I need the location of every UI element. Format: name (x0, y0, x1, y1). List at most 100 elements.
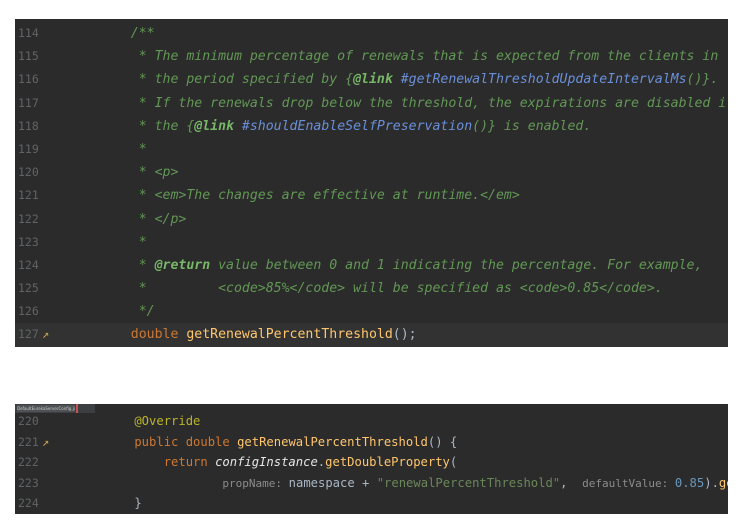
code-line[interactable]: 222 return configInstance.getDoublePrope… (15, 452, 728, 473)
code-token: propName: (222, 476, 289, 490)
code-token: configInstance (215, 455, 318, 470)
code-text: */ (99, 300, 155, 323)
code-line[interactable]: 220 @Override (15, 411, 728, 432)
code-line[interactable]: 124 * @return value between 0 and 1 indi… (15, 254, 728, 277)
code-line[interactable]: 114 /** (15, 22, 728, 45)
line-number: 114 (18, 26, 39, 40)
code-token: "renewalPercentThreshold" (376, 475, 561, 490)
line-gutter[interactable]: 119 (15, 138, 83, 161)
code-line[interactable]: 223 propName: namespace + "renewalPercen… (15, 473, 728, 494)
code-line[interactable]: 121 * <em>The changes are effective at r… (15, 184, 728, 207)
line-gutter[interactable]: 224 (15, 493, 83, 514)
code-token: public double (105, 434, 238, 449)
line-gutter[interactable]: 120 (15, 161, 83, 184)
line-gutter[interactable]: 122 (15, 208, 83, 231)
code-token: getRenewalPercentThreshold (237, 434, 428, 449)
line-gutter[interactable]: 127 ↗ (15, 323, 83, 346)
code-token: ). (704, 475, 719, 490)
code-line[interactable]: 115 * The minimum percentage of renewals… (15, 45, 728, 68)
line-gutter[interactable]: 114 (15, 22, 83, 45)
code-token: * (99, 234, 147, 250)
code-text: * (99, 138, 147, 161)
code-line[interactable]: 119 * (15, 138, 728, 161)
code-text: public double getRenewalPercentThreshold… (105, 432, 457, 453)
code-token: double (99, 327, 187, 343)
code-text: * (99, 231, 147, 254)
code-editor-panel-javadoc[interactable]: 114 /** 115 * The minimum percentage of r… (15, 19, 728, 347)
line-gutter[interactable]: 223 (15, 473, 83, 494)
code-editor-panel-implementation[interactable]: DefaultEurekaServerConfig.java 220 @Over… (15, 404, 728, 514)
code-text: * the period specified by {@link #getRen… (99, 68, 719, 91)
code-line[interactable]: 116 * the period specified by {@link #ge… (15, 68, 728, 91)
line-number: 222 (18, 455, 39, 470)
line-number: 123 (18, 234, 39, 249)
line-number: 220 (18, 414, 39, 428)
code-text: * the {@link #shouldEnableSelfPreservati… (99, 115, 592, 138)
code-token: } (105, 496, 142, 511)
line-number: 116 (18, 72, 39, 87)
line-gutter[interactable]: 117 (15, 92, 83, 115)
override-gutter-icon[interactable]: ↗ (42, 323, 49, 346)
code-line[interactable]: 123 * (15, 231, 728, 254)
code-line[interactable]: 127 ↗ double getRenewalPercentThreshold()… (15, 323, 728, 347)
line-gutter[interactable]: 123 (15, 231, 83, 254)
line-number: 224 (18, 496, 39, 511)
line-gutter[interactable]: 220 (15, 411, 83, 432)
code-token: * </p> (99, 211, 187, 227)
line-gutter[interactable]: 116 (15, 68, 83, 91)
line-number: 125 (18, 281, 39, 296)
code-token: , (560, 475, 583, 490)
code-token: * The minimum percentage of renewals tha… (99, 49, 719, 65)
code-token: @link (194, 118, 234, 134)
code-token: @Override (105, 414, 201, 428)
line-number: 122 (18, 211, 39, 226)
code-text: double getRenewalPercentThreshold(); (99, 323, 417, 346)
code-token: get (718, 475, 728, 490)
line-number: 115 (18, 49, 39, 64)
line-number: 124 (18, 257, 39, 272)
line-number: 223 (18, 475, 39, 490)
code-text: * <code>85%</code> will be specified as … (99, 277, 663, 300)
line-gutter[interactable]: 222 (15, 452, 83, 473)
code-text: * </p> (99, 208, 187, 231)
code-token: ()}. (686, 72, 719, 88)
code-token: value between 0 and 1 indicating the per… (210, 257, 703, 273)
code-token: defaultValue: (582, 476, 675, 490)
override-gutter-icon[interactable]: ↗ (42, 432, 49, 453)
code-text: return configInstance.getDoubleProperty( (105, 452, 458, 473)
line-gutter[interactable]: 124 (15, 254, 83, 277)
code-token: * <code>85%</code> will be specified as … (99, 281, 663, 297)
code-line[interactable]: 224 } (15, 493, 728, 514)
line-number: 120 (18, 165, 39, 180)
code-text: * The minimum percentage of renewals tha… (99, 45, 719, 68)
code-token: #shouldEnableSelfPreservation (233, 118, 473, 134)
line-gutter[interactable]: 221 ↗ (15, 432, 83, 453)
code-text: propName: namespace + "renewalPercentThr… (105, 473, 728, 495)
code-line[interactable]: 125 * <code>85%</code> will be specified… (15, 277, 728, 300)
code-token: ()} is enabled. (472, 118, 592, 134)
code-token: @return (154, 257, 211, 273)
line-gutter[interactable]: 125 (15, 277, 83, 300)
code-token: @link (353, 72, 393, 88)
line-gutter[interactable]: 121 (15, 184, 83, 207)
line-number: 221 (18, 434, 39, 449)
line-number: 121 (18, 188, 39, 203)
code-line[interactable]: 120 * <p> (15, 161, 728, 184)
code-line[interactable]: 117 * If the renewals drop below the thr… (15, 92, 728, 115)
line-gutter[interactable]: 126 (15, 300, 83, 323)
code-text: @Override (105, 411, 200, 432)
code-token: * <p> (99, 165, 179, 181)
code-line[interactable]: 122 * </p> (15, 208, 728, 231)
line-gutter[interactable]: 115 (15, 45, 83, 68)
line-gutter[interactable]: 118 (15, 115, 83, 138)
code-line[interactable]: 221 ↗ public double getRenewalPercentThre… (15, 432, 728, 453)
code-text: * <p> (99, 161, 179, 184)
code-token: (); (392, 327, 417, 343)
code-token: * the { (99, 118, 195, 134)
code-token: namespace + (288, 475, 377, 490)
code-token: * If the renewals drop below the thresho… (99, 95, 728, 111)
code-line[interactable]: 118 * the {@link #shouldEnableSelfPreser… (15, 115, 728, 138)
code-text: /** (99, 22, 155, 45)
code-line[interactable]: 126 */ (15, 300, 728, 323)
code-token: ( (449, 455, 458, 470)
